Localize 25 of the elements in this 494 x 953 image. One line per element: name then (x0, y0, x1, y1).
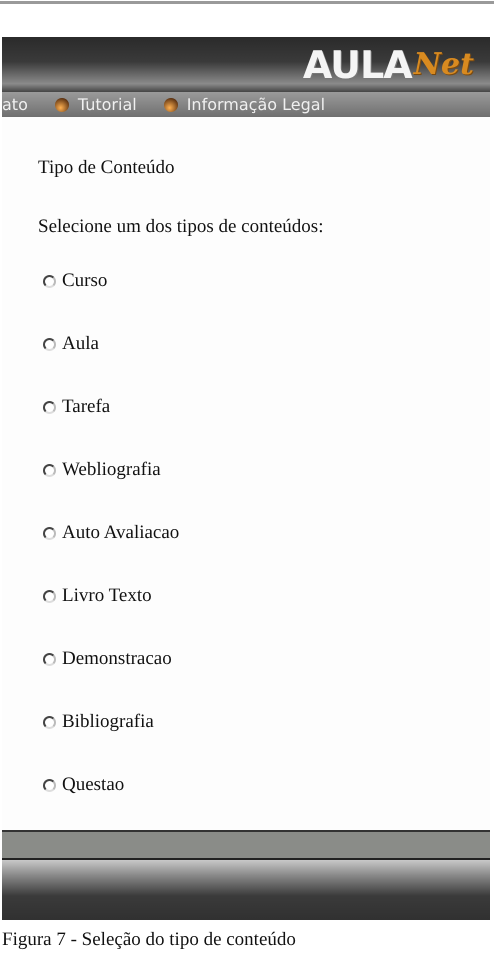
option-label[interactable]: Webliografia (62, 459, 161, 481)
radio-button[interactable] (43, 464, 56, 476)
figure-caption: Figura 7 - Seleção do tipo de conteúdo (1, 928, 297, 951)
option-label[interactable]: Livro Texto (62, 585, 152, 607)
radio-button[interactable] (43, 526, 56, 540)
option-label[interactable]: Demonstracao (62, 648, 172, 670)
option-label[interactable]: Tarefa (62, 396, 110, 418)
radio-button[interactable] (43, 716, 56, 728)
section-title: Tipo de Conteúdo (38, 157, 176, 179)
radio-button[interactable] (43, 652, 56, 666)
option-label[interactable]: Auto Avaliacao (62, 522, 180, 544)
radio-button[interactable] (43, 274, 56, 288)
option-label[interactable]: Curso (62, 270, 108, 292)
radio-button[interactable] (43, 400, 56, 414)
radio-button[interactable] (43, 778, 56, 792)
orb-bullet-icon (162, 96, 179, 112)
logo-script-text: Net (414, 47, 474, 82)
option-label[interactable]: Questao (62, 774, 124, 796)
option-label[interactable]: Aula (62, 333, 99, 355)
prompt-text: Selecione um dos tipos de conteúdos: (38, 216, 324, 238)
radio-button[interactable] (43, 338, 56, 350)
radio-button[interactable] (43, 590, 56, 602)
logo-text: AULA (302, 42, 412, 86)
option-label[interactable]: Bibliografia (62, 711, 154, 733)
orb-bullet-icon (54, 96, 70, 112)
